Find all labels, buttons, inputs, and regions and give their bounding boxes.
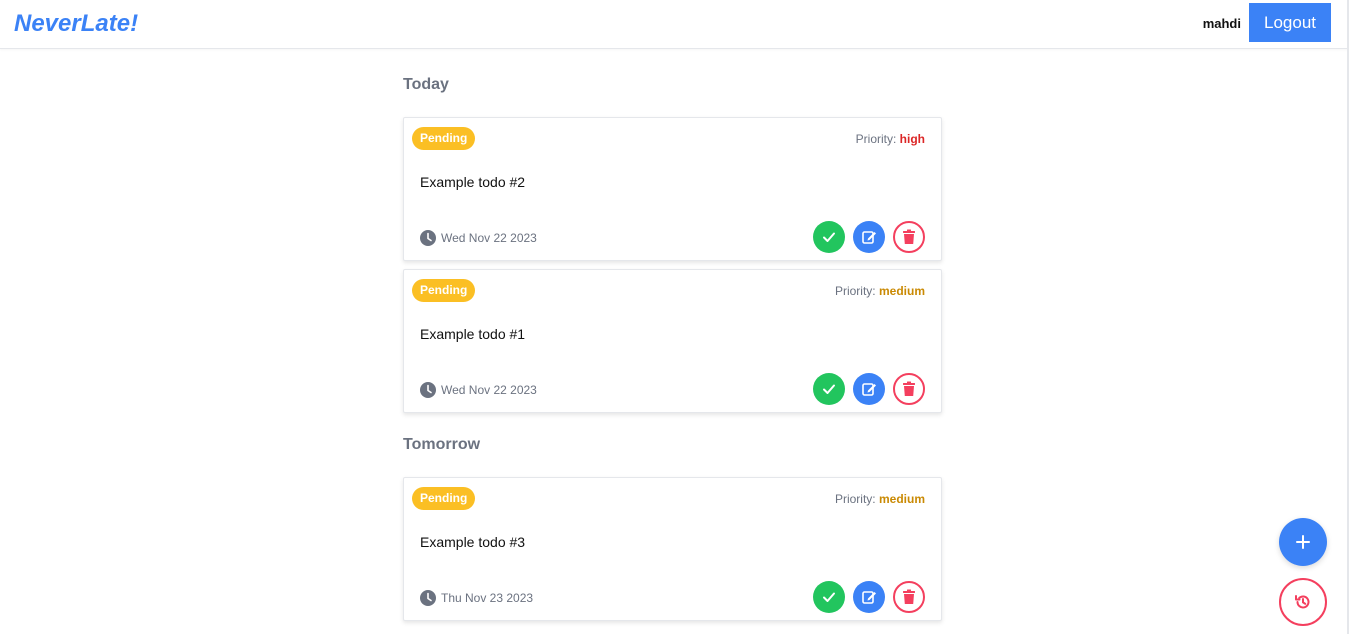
todo-date-text: Thu Nov 23 2023 [441, 591, 534, 605]
delete-button[interactable] [893, 221, 925, 253]
trash-icon [903, 229, 915, 244]
check-icon [823, 232, 835, 242]
edit-button[interactable] [853, 221, 885, 253]
todo-date: Thu Nov 23 2023 [420, 590, 533, 606]
complete-button[interactable] [813, 373, 845, 405]
trash-icon [903, 589, 915, 604]
section-title-tomorrow: Tomorrow [403, 436, 481, 453]
todo-text: Example todo #1 [420, 326, 526, 342]
plus-icon [1296, 535, 1310, 549]
complete-button[interactable] [813, 581, 845, 613]
todo-date: Wed Nov 22 2023 [420, 382, 537, 398]
clock-icon [420, 230, 436, 246]
priority-indicator: Priority: medium [835, 284, 925, 298]
priority-label: Priority: [834, 284, 876, 298]
todo-date-text: Wed Nov 22 2023 [441, 383, 537, 397]
clock-icon [420, 590, 436, 606]
todo-text: Example todo #3 [420, 534, 526, 550]
status-badge: Pending [412, 279, 476, 302]
check-icon [823, 592, 835, 602]
priority-value: medium [878, 492, 925, 506]
status-badge: Pending [412, 127, 476, 150]
todo-card: Pending Priority: high Example todo #2 W… [403, 117, 942, 261]
todo-actions [813, 581, 925, 613]
section-title-today: Today [403, 76, 449, 93]
add-todo-button[interactable] [1279, 518, 1327, 566]
priority-value: medium [878, 284, 925, 298]
history-button[interactable] [1279, 578, 1327, 626]
todo-card: Pending Priority: medium Example todo #3… [403, 477, 942, 621]
edit-icon [862, 383, 876, 396]
edit-icon [862, 591, 876, 604]
delete-button[interactable] [893, 581, 925, 613]
history-icon [1295, 595, 1310, 609]
priority-indicator: Priority: medium [835, 492, 925, 506]
todo-actions [813, 221, 925, 253]
delete-button[interactable] [893, 373, 925, 405]
edit-icon [862, 231, 876, 244]
top-navbar: NeverLate! mahdi Logout [0, 0, 1349, 49]
priority-indicator: Priority: high [856, 132, 925, 146]
todo-card: Pending Priority: medium Example todo #1… [403, 269, 942, 413]
priority-label: Priority: [855, 132, 897, 146]
priority-value: high [899, 132, 925, 146]
clock-icon [420, 382, 436, 398]
priority-label: Priority: [834, 492, 876, 506]
status-badge: Pending [412, 487, 476, 510]
logout-button[interactable]: Logout [1249, 3, 1331, 42]
todo-actions [813, 373, 925, 405]
edit-button[interactable] [853, 581, 885, 613]
todo-date: Wed Nov 22 2023 [420, 230, 537, 246]
complete-button[interactable] [813, 221, 845, 253]
username-label: mahdi [1202, 16, 1241, 31]
todo-text: Example todo #2 [420, 174, 526, 190]
app-logo[interactable]: NeverLate! [14, 10, 138, 38]
check-icon [823, 384, 835, 394]
trash-icon [903, 381, 915, 396]
edit-button[interactable] [853, 373, 885, 405]
todo-date-text: Wed Nov 22 2023 [441, 231, 537, 245]
